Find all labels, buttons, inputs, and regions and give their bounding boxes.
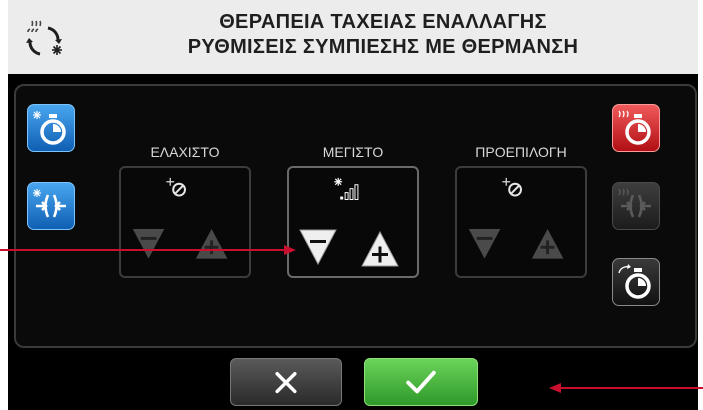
screen: ΘΕΡΑΠΕΙΑ ΤΑΧΕΙΑΣ ΕΝΑΛΛΑΓΗΣ ΡΥΘΜΙΣΕΙΣ ΣΥΜ… <box>0 0 703 410</box>
annotation-arrow-left <box>0 245 296 255</box>
annotation-arrow-right <box>549 383 703 393</box>
annotation-arrows <box>0 245 703 393</box>
